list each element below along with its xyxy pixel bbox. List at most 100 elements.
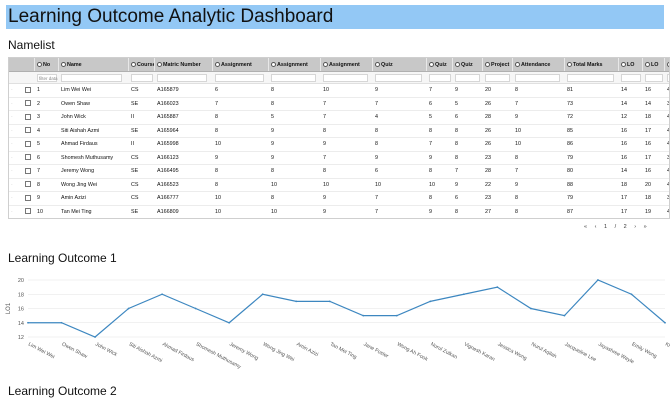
table-row[interactable]: · 7 Jeremy Wong SE A166495 8 8 8 6 8 7 28 7 80 14 16 43 xyxy=(9,165,669,179)
table-cell: 10 xyxy=(515,127,521,134)
sort-icon[interactable] xyxy=(375,62,380,68)
sort-icon[interactable] xyxy=(485,62,490,68)
column-header[interactable]: Project xyxy=(483,58,513,71)
column-header[interactable]: Quiz xyxy=(453,58,483,71)
data-point xyxy=(60,321,63,324)
x-tick-label: Khairul Izzat xyxy=(664,341,670,360)
y-tick-label: 18 xyxy=(18,292,24,298)
column-header[interactable]: Attendance xyxy=(513,58,565,71)
table-row[interactable]: · 6 Shomesh Muthusamy CS A166123 9 9 7 9 9 8 23 8 79 1… xyxy=(9,152,669,165)
row-checkbox[interactable] xyxy=(25,208,31,214)
filter-input[interactable] xyxy=(455,74,481,82)
column-header[interactable]: Quiz xyxy=(427,58,453,71)
x-tick-label: Siti Aishah Azmi xyxy=(128,341,163,364)
row-checkbox[interactable] xyxy=(25,194,31,201)
table-row[interactable]: · 10 Tan Mei Ting SE A166809 10 10 9 7 9 8 27 8 87 17 1… xyxy=(9,206,669,219)
page-1-button[interactable]: 1 xyxy=(604,224,607,230)
row-checkbox[interactable] xyxy=(25,140,31,147)
row-checkbox-cell xyxy=(23,111,35,124)
filter-input[interactable] xyxy=(567,74,614,82)
table-cell: 8 xyxy=(515,195,518,201)
row-checkbox[interactable] xyxy=(25,86,31,93)
sort-icon[interactable] xyxy=(131,62,136,68)
filter-cell xyxy=(59,72,129,83)
data-point xyxy=(630,293,633,296)
table-cell: Lim Wei Wei xyxy=(61,87,92,93)
y-tick-label: 16 xyxy=(18,307,24,313)
table-row[interactable]: · 2 Owen Shaw SE A166023 7 8 7 7 6 5 26 7 73 14 14 38 xyxy=(9,98,669,111)
row-gutter: · xyxy=(11,100,13,107)
filter-input[interactable] xyxy=(157,74,208,82)
filter-cell xyxy=(269,72,321,83)
sort-icon[interactable] xyxy=(271,62,276,68)
table-row[interactable]: · 3 John Wick II A165887 8 5 7 4 5 6 28 9 72 12 18 41 xyxy=(9,111,669,125)
x-tick-label: Owen Shaw xyxy=(61,341,89,360)
filter-row: filter data xyxy=(9,72,669,84)
table-cell: 18 xyxy=(645,195,651,201)
filter-input[interactable] xyxy=(61,74,123,82)
filter-input[interactable] xyxy=(271,74,316,82)
column-header[interactable]: Total Marks xyxy=(565,58,619,71)
filter-input[interactable] xyxy=(215,74,264,82)
column-header[interactable]: Quiz xyxy=(373,58,427,71)
prev-page-button[interactable]: ‹ xyxy=(595,224,597,230)
filter-cell xyxy=(665,72,669,83)
sort-icon[interactable] xyxy=(215,62,220,68)
sort-icon[interactable] xyxy=(515,62,520,68)
row-checkbox[interactable] xyxy=(25,181,31,187)
filter-input[interactable] xyxy=(621,74,641,82)
first-page-button[interactable]: « xyxy=(584,224,587,230)
sort-icon[interactable] xyxy=(621,62,626,68)
table-row[interactable]: · 4 Siti Aishah Azmi SE A165964 8 9 8 8 8 8 26 10 85 1… xyxy=(9,125,669,138)
filter-input[interactable] xyxy=(131,74,153,82)
page-2-button[interactable]: 2 xyxy=(624,224,627,230)
filter-input[interactable] xyxy=(485,74,511,82)
column-header[interactable]: No xyxy=(35,58,59,71)
sort-icon[interactable] xyxy=(645,62,650,68)
sort-icon[interactable] xyxy=(455,62,460,68)
y-tick-label: 14 xyxy=(18,321,24,327)
column-header[interactable]: Assignment xyxy=(321,58,373,71)
filter-input[interactable] xyxy=(515,74,560,82)
filter-input[interactable] xyxy=(645,74,663,82)
column-header[interactable]: Course xyxy=(129,58,155,71)
lo2-title: Learning Outcome 2 xyxy=(8,384,117,398)
row-checkbox[interactable] xyxy=(25,100,31,106)
column-header[interactable]: Matric Number xyxy=(155,58,213,71)
sort-icon[interactable] xyxy=(567,62,572,68)
filter-input[interactable] xyxy=(375,74,422,82)
table-row[interactable]: · 5 Ahmad Firdaus II A165998 10 9 9 8 7 8 26 10 86 16 1… xyxy=(9,138,669,152)
row-checkbox[interactable] xyxy=(25,154,31,160)
row-checkbox[interactable] xyxy=(25,113,31,120)
next-page-button[interactable]: › xyxy=(634,224,636,230)
sort-icon[interactable] xyxy=(37,62,42,68)
lo1-line-chart: 12 14 16 18 20 LO1 Lim Wei Wei Owen Shaw John Wi… xyxy=(6,278,670,371)
column-header[interactable]: LO xyxy=(665,58,669,71)
x-tick-label: Lim Wei Wei xyxy=(27,341,55,360)
sort-icon[interactable] xyxy=(157,62,162,68)
table-row[interactable]: · 8 Wong Jing Wei CS A166523 8 10 10 10 10 9 22 9 88 1… xyxy=(9,179,669,192)
column-header[interactable]: Assignment xyxy=(213,58,269,71)
row-checkbox-cell xyxy=(23,165,35,178)
table-row[interactable]: · 9 Amin Azizi CS A166777 10 8 9 7 8 6 23 8 79 17 18 38 xyxy=(9,192,669,206)
column-header[interactable]: Name xyxy=(59,58,129,71)
column-header[interactable]: LO xyxy=(619,58,643,71)
filter-input[interactable] xyxy=(429,74,451,82)
table-cell: 9 xyxy=(375,87,378,93)
sort-icon[interactable] xyxy=(61,62,66,68)
table-cell: 8 xyxy=(215,127,218,134)
filter-input[interactable] xyxy=(323,74,368,82)
column-header-label: Attendance xyxy=(521,62,551,68)
row-checkbox[interactable] xyxy=(25,127,31,133)
table-row[interactable]: · 1 Lim Wei Wei CS A165879 6 8 10 9 7 9 20 8 81 14 16 41 xyxy=(9,84,669,98)
column-header[interactable]: Assignment xyxy=(269,58,321,71)
column-header[interactable]: LO xyxy=(643,58,665,71)
table-cell: 9 xyxy=(515,114,518,120)
column-header[interactable] xyxy=(9,58,35,71)
row-checkbox[interactable] xyxy=(25,167,31,174)
filter-input[interactable]: filter data xyxy=(37,74,58,82)
table-cell: 8 xyxy=(455,127,458,134)
sort-icon[interactable] xyxy=(429,62,434,68)
last-page-button[interactable]: » xyxy=(644,224,647,230)
sort-icon[interactable] xyxy=(323,62,328,68)
